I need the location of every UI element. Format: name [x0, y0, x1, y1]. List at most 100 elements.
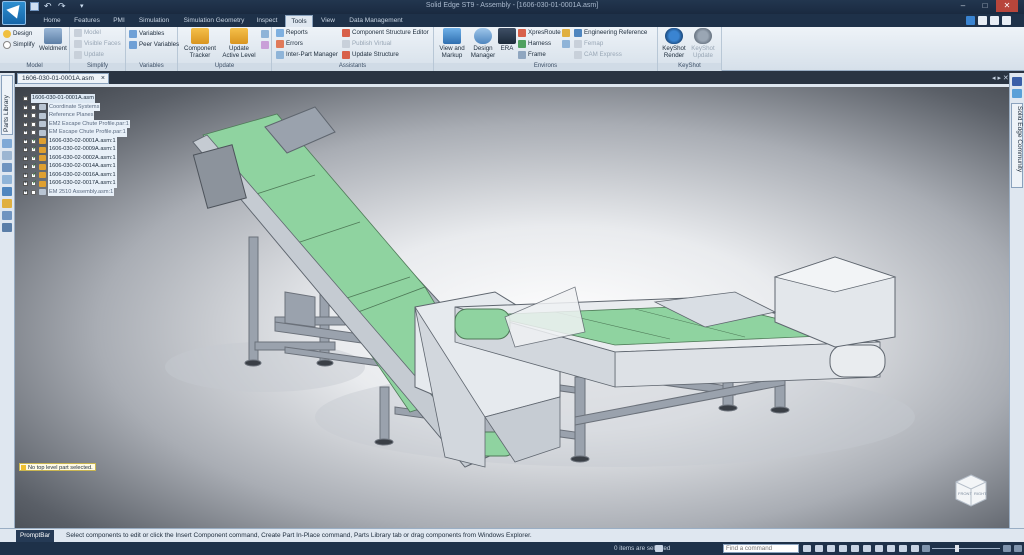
expand-icon[interactable]: +	[23, 172, 28, 178]
frame-button[interactable]: Frame	[518, 50, 546, 60]
graphics-window[interactable]: − 1606-030-01-0001A.asm + Coordinate Syst…	[15, 87, 1009, 528]
xpresroute-button[interactable]: XpresRoute	[518, 28, 561, 38]
update-small-1[interactable]	[261, 29, 269, 39]
update-small-2[interactable]	[261, 40, 269, 50]
expand-icon[interactable]: +	[23, 121, 28, 127]
cam-express-button[interactable]: CAM Express	[574, 50, 622, 60]
close-document-icon[interactable]	[1002, 16, 1011, 25]
facebook-icon[interactable]	[1012, 77, 1022, 86]
pathfinder-icon[interactable]	[2, 139, 12, 148]
reports-button[interactable]: Reports	[276, 28, 308, 38]
view-style-icon[interactable]	[899, 545, 907, 552]
visibility-checkbox[interactable]	[31, 130, 36, 135]
component-tracker-button[interactable]: Component Tracker	[182, 28, 218, 59]
visible-faces-button[interactable]: Visible Faces	[74, 39, 121, 49]
close-icon[interactable]: ×	[101, 74, 105, 84]
tree-item[interactable]: + Reference Planes	[21, 111, 151, 120]
tab-pmi[interactable]: PMI	[108, 15, 130, 27]
promptbar-tab[interactable]: PromptBar	[16, 530, 55, 542]
twitter-icon[interactable]	[1012, 89, 1022, 98]
tree-item[interactable]: + Coordinate Systems	[21, 102, 151, 111]
zoom-area-icon[interactable]	[803, 545, 811, 552]
keyshot-render-button[interactable]: KeyShot Render	[660, 28, 688, 59]
tree-root[interactable]: − 1606-030-01-0001A.asm	[21, 94, 151, 103]
visibility-checkbox[interactable]: ✓	[31, 146, 37, 152]
expand-icon[interactable]: +	[23, 130, 28, 135]
grid-icon[interactable]	[2, 223, 12, 232]
expand-icon[interactable]: +	[23, 164, 28, 169]
femap-button[interactable]: Femap	[574, 39, 603, 49]
tab-features[interactable]: Features	[70, 15, 104, 27]
rotate-icon[interactable]	[851, 545, 859, 552]
visibility-checkbox[interactable]: ✓	[31, 180, 37, 186]
spin-about-icon[interactable]	[863, 545, 871, 552]
environs-small-1[interactable]	[562, 28, 570, 38]
visibility-checkbox[interactable]	[31, 113, 36, 118]
layers-icon[interactable]	[2, 151, 12, 160]
visibility-checkbox[interactable]: ✓	[31, 172, 37, 178]
visibility-checkbox[interactable]: ✓	[31, 155, 37, 161]
inter-part-manager-button[interactable]: Inter-Part Manager	[276, 50, 338, 60]
keyshot-update-button[interactable]: KeyShot Update	[688, 28, 718, 59]
tree-item[interactable]: + EM 2510 Assembly.asm:1	[21, 187, 151, 196]
expand-icon[interactable]: +	[23, 113, 28, 118]
expand-icon[interactable]: +	[23, 147, 28, 152]
component-structure-editor-button[interactable]: Component Structure Editor	[342, 28, 429, 38]
selection-filter-icon[interactable]	[655, 545, 663, 552]
help-tab-icon[interactable]	[2, 199, 12, 208]
visibility-checkbox[interactable]: ✓	[31, 138, 37, 144]
simplify-model-button[interactable]: Model	[74, 28, 101, 38]
restore-icon[interactable]	[990, 16, 999, 25]
expand-icon[interactable]: +	[23, 181, 28, 186]
tree-item[interactable]: + ✓ 1606-030-02-0001A.asm:1	[21, 136, 151, 145]
help-icon[interactable]	[966, 16, 975, 25]
publish-virtual-button[interactable]: Publish Virtual	[342, 39, 391, 49]
visibility-checkbox[interactable]	[31, 189, 36, 195]
tab-data-management[interactable]: Data Management	[344, 15, 408, 27]
maximize-button[interactable]: □	[974, 0, 996, 12]
expand-icon[interactable]: +	[23, 155, 28, 161]
tab-view[interactable]: View	[316, 15, 340, 27]
view-orientation-icon[interactable]	[875, 545, 883, 552]
design-radio[interactable]: Design	[3, 29, 32, 39]
solid-edge-community-tab[interactable]: Solid Edge Community	[1011, 103, 1023, 188]
pan-icon[interactable]	[839, 545, 847, 552]
collapse-icon[interactable]: −	[23, 96, 28, 101]
peer-variables-button[interactable]: Peer Variables	[129, 40, 179, 50]
zoom-in-icon[interactable]	[1003, 545, 1011, 552]
era-button[interactable]: ERA	[498, 28, 516, 52]
zoom-slider[interactable]	[932, 548, 1000, 549]
update-active-level-button[interactable]: Update Active Level	[220, 28, 258, 59]
environs-small-2[interactable]	[562, 39, 570, 49]
tree-item[interactable]: + ✓ 1606-030-02-0014A.asm:1	[21, 162, 151, 171]
document-tab[interactable]: 1606-030-01-0001A.asm ×	[17, 73, 109, 84]
visibility-checkbox[interactable]	[31, 104, 36, 110]
expand-icon[interactable]: +	[23, 189, 28, 195]
tab-inspect[interactable]: Inspect	[252, 15, 282, 27]
find-command-input[interactable]	[723, 544, 799, 553]
assembly-icon[interactable]	[2, 211, 12, 220]
zoom-icon[interactable]	[815, 545, 823, 552]
view-and-markup-button[interactable]: View and Markup	[436, 28, 468, 59]
tree-item[interactable]: + EM2 Escape Chute Profile.par:1	[21, 119, 151, 128]
weldment-button[interactable]: Weldment	[38, 28, 68, 52]
tree-item[interactable]: + ✓ 1606-030-02-0017A.asm:1	[21, 179, 151, 188]
select-tools-icon[interactable]	[2, 163, 12, 172]
update-structure-button[interactable]: Update Structure	[342, 50, 399, 60]
simplify-update-button[interactable]: Update	[74, 50, 104, 60]
visibility-checkbox[interactable]: ✓	[31, 163, 37, 169]
view-options-icon[interactable]	[911, 545, 919, 552]
variables-button[interactable]: Variables	[129, 29, 164, 39]
minimize-button[interactable]: –	[952, 0, 974, 12]
view-cube[interactable]: FRONT RIGHT	[952, 471, 990, 509]
errors-button[interactable]: Errors	[276, 39, 303, 49]
family-icon[interactable]	[2, 187, 12, 196]
design-manager-button[interactable]: Design Manager	[468, 28, 498, 59]
tab-home[interactable]: Home	[38, 15, 66, 27]
tab-tools[interactable]: Tools	[285, 15, 313, 27]
tab-simulation-geometry[interactable]: Simulation Geometry	[178, 15, 250, 27]
shaded-view-icon[interactable]	[887, 545, 895, 552]
application-button[interactable]	[2, 1, 26, 25]
sensors-icon[interactable]	[2, 175, 12, 184]
zoom-slider-thumb[interactable]	[955, 545, 959, 552]
